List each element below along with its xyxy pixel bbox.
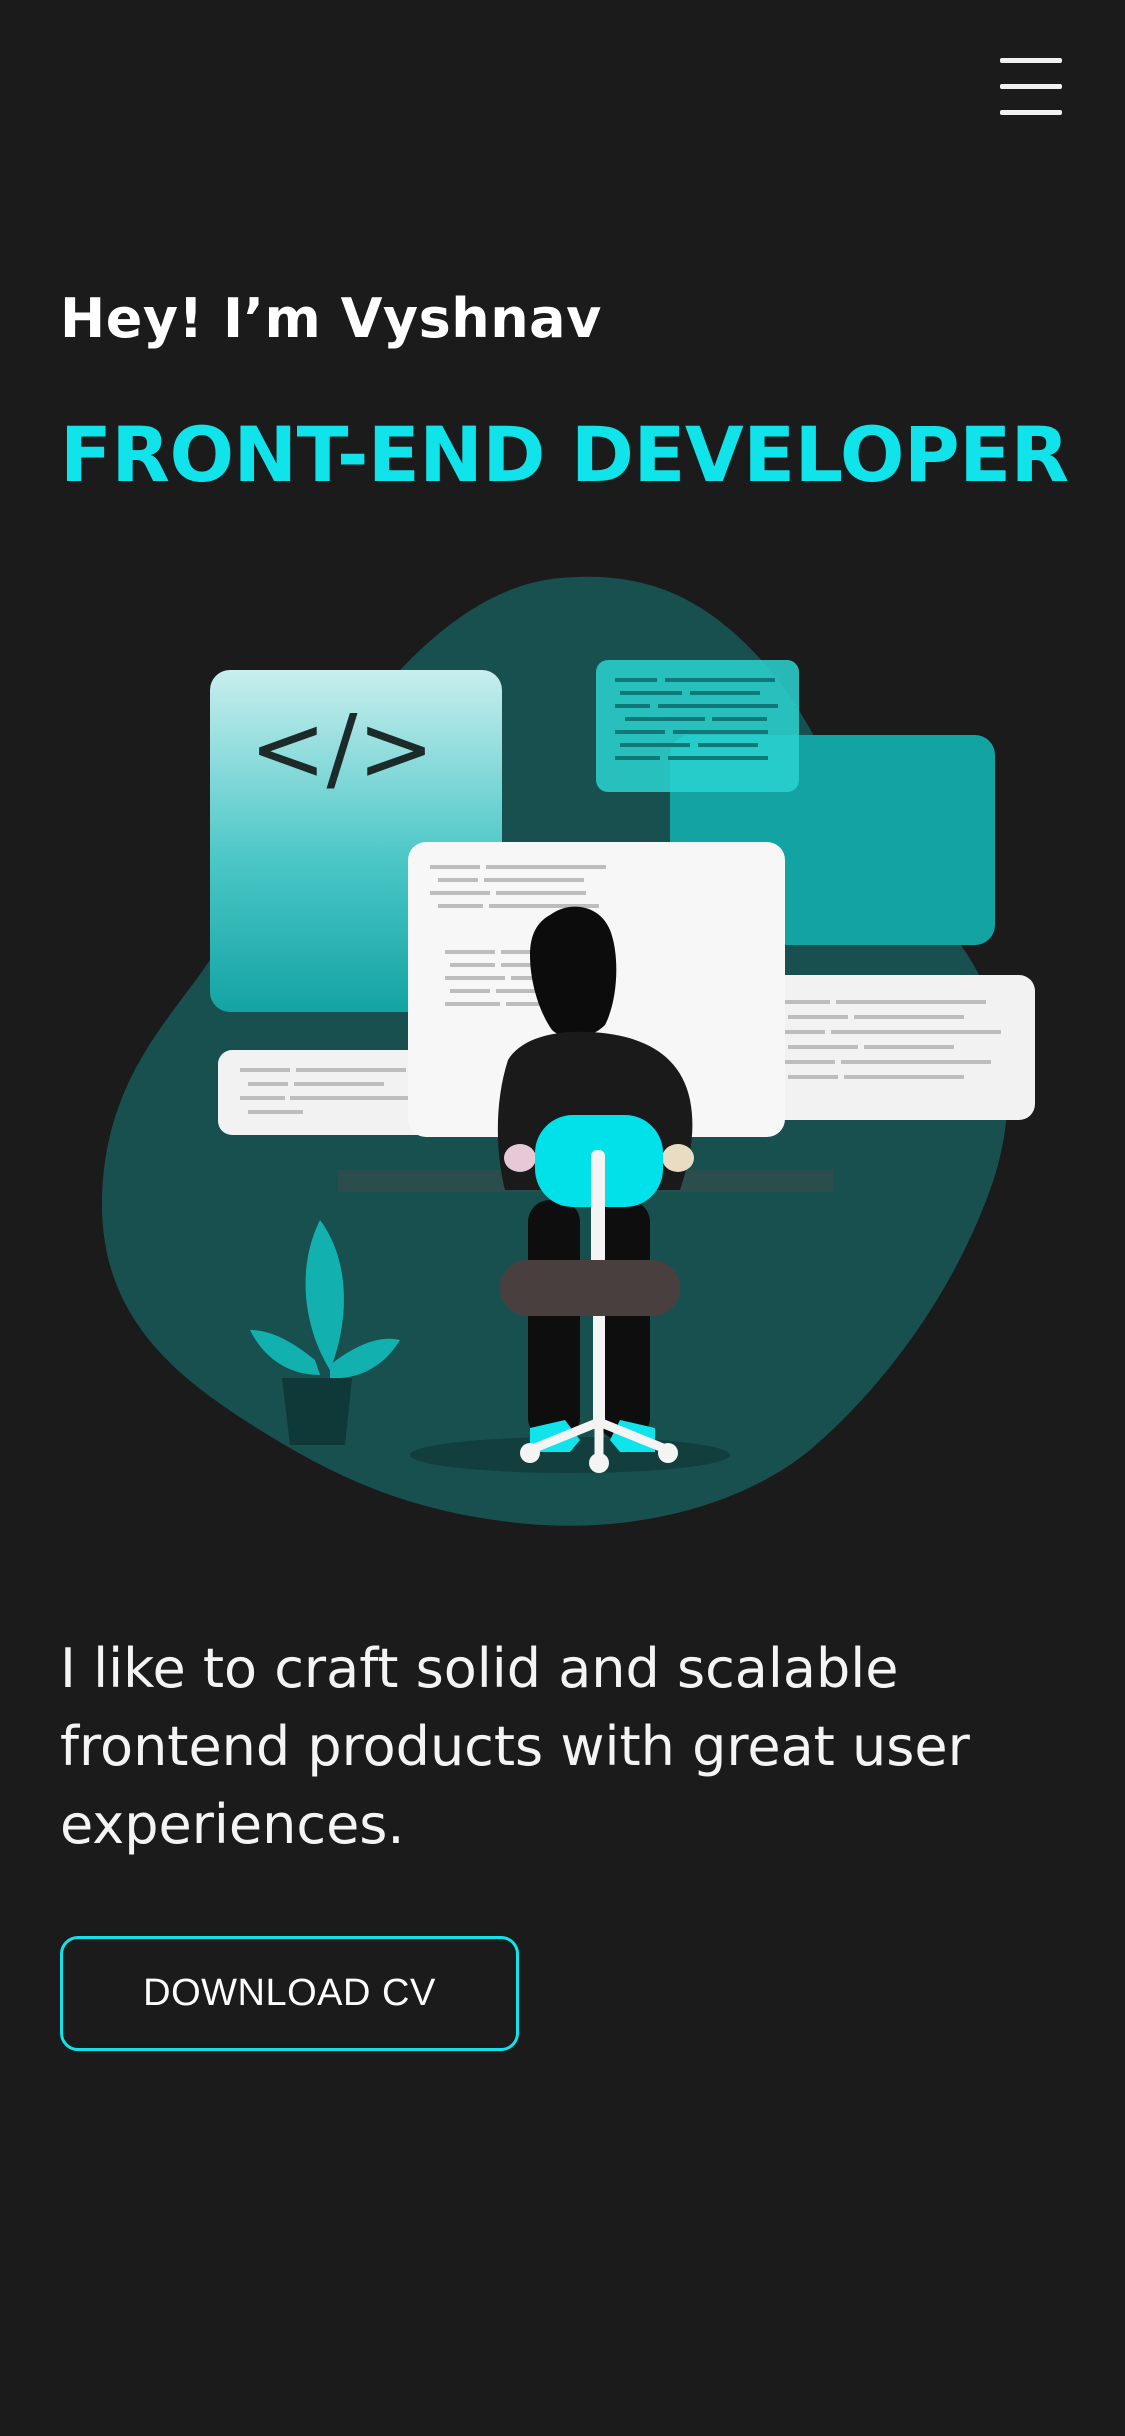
role-heading: FRONT-END DEVELOPER [60,410,1069,499]
hamburger-menu-button[interactable] [998,56,1064,118]
code-card-left [218,1050,433,1135]
code-symbol-text: </> [249,695,434,802]
menu-bar-middle [1000,84,1062,89]
greeting-heading: Hey! I’m Vyshnav [60,287,602,350]
page: Hey! I’m Vyshnav FRONT-END DEVELOPER </> [0,0,1125,2436]
menu-bar-bottom [1000,110,1062,115]
tagline-text: I like to craft solid and scalable front… [60,1637,970,1856]
developer-illustration: </> [101,576,1035,1526]
menu-bar-top [1000,58,1062,63]
download-cv-button[interactable]: DOWNLOAD CV [60,1936,519,2051]
